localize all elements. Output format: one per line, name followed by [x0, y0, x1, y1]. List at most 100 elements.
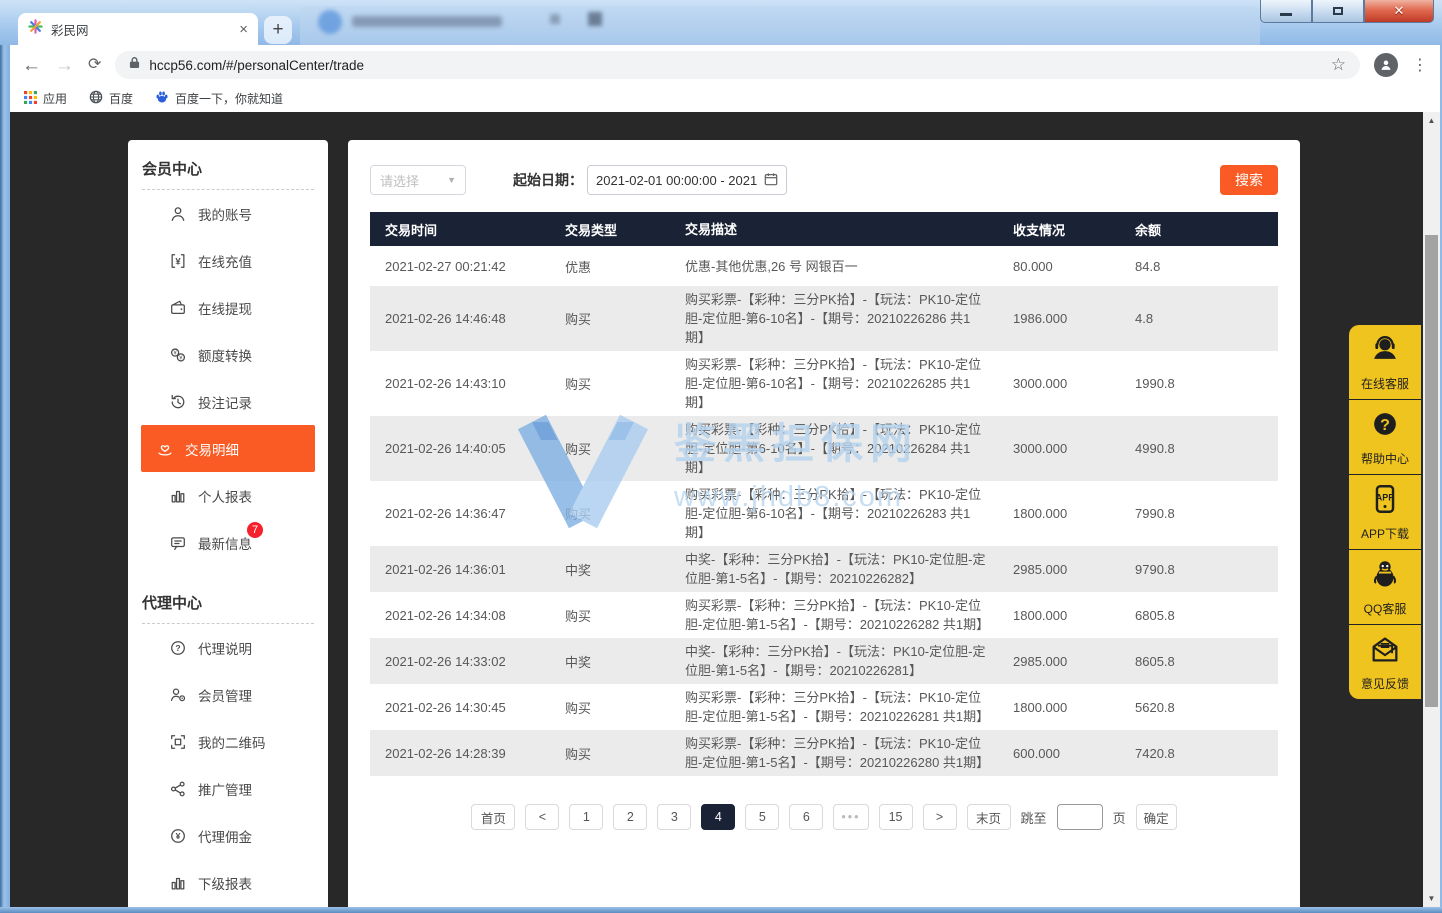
sidebar-item-member-manage[interactable]: 会员管理 — [141, 671, 315, 718]
qrcode-icon — [169, 733, 187, 751]
page-number-button[interactable]: 4 — [701, 804, 735, 830]
page-number-button[interactable]: 1 — [569, 804, 603, 830]
last-page-button[interactable]: 末页 — [967, 804, 1011, 830]
sidebar-item-agent-commission[interactable]: ¥ 代理佣金 — [141, 812, 315, 859]
page-number-button[interactable]: 2 — [613, 804, 647, 830]
refresh-icon[interactable]: ⟳ — [88, 57, 101, 73]
bookmark-label: 百度 — [109, 90, 133, 107]
close-icon: ✕ — [1394, 3, 1405, 19]
baidu-paw-icon — [155, 90, 169, 107]
sidebar-item-quota-transfer[interactable]: ¥¥ 额度转换 — [141, 331, 315, 378]
cell-desc: 购买彩票-【彩种：三分PK拾】-【玩法：PK10-定位胆-定位胆-第6-10名】… — [675, 485, 1005, 542]
close-button[interactable]: ✕ — [1364, 0, 1434, 23]
page-scrollbar[interactable]: ▲ ▼ — [1423, 112, 1440, 907]
col-header-desc: 交易描述 — [675, 220, 1005, 239]
bookmark-item[interactable]: 应用 — [24, 90, 67, 107]
cell-type: 优惠 — [555, 257, 675, 276]
search-button[interactable]: 搜索 — [1220, 165, 1278, 195]
float-menu-item-qq-service[interactable]: QQ客服 — [1349, 550, 1421, 624]
trade-icon — [156, 440, 174, 458]
forward-icon[interactable]: → — [55, 56, 74, 75]
window-border — [0, 45, 10, 913]
cell-time: 2021-02-26 14:36:01 — [370, 562, 555, 577]
jump-page-input[interactable] — [1057, 804, 1103, 830]
chevron-down-icon: ▼ — [447, 175, 456, 185]
sidebar-item-agent-intro[interactable]: ? 代理说明 — [141, 624, 315, 671]
url-text: hccp56.com/#/personalCenter/trade — [149, 58, 1321, 73]
date-range-value: 2021-02-01 00:00:00 - 2021 — [596, 173, 758, 188]
page-number-button[interactable]: 6 — [789, 804, 823, 830]
sidebar-section-title: 代理中心 — [128, 574, 328, 623]
bookmark-label: 应用 — [43, 90, 67, 107]
jump-to-label: 跳至 — [1021, 808, 1047, 827]
first-page-button[interactable]: 首页 — [471, 804, 515, 830]
confirm-jump-button[interactable]: 确定 — [1136, 804, 1177, 830]
scroll-down-icon[interactable]: ▼ — [1423, 890, 1440, 907]
minimize-button[interactable] — [1260, 0, 1312, 23]
cell-desc: 购买彩票-【彩种：三分PK拾】-【玩法：PK10-定位胆-定位胆-第1-5名】-… — [675, 734, 1005, 772]
last-page-number-button[interactable]: 15 — [879, 804, 913, 830]
float-menu-item-feedback[interactable]: 意见反馈 — [1349, 625, 1421, 699]
page-number-button[interactable]: 5 — [745, 804, 779, 830]
cell-type: 购买 — [555, 374, 675, 393]
background-window-newtab — [588, 12, 602, 26]
tab-close-icon[interactable]: × — [239, 22, 248, 37]
sidebar: 会员中心 我的账号 ¥ 在线充值 在线提现 ¥¥ 额度转换 投注记录 交易明细 … — [128, 140, 328, 907]
scroll-up-icon[interactable]: ▲ — [1423, 112, 1440, 129]
prev-page-button[interactable]: < — [525, 804, 559, 830]
cell-balance: 8605.8 — [1127, 654, 1278, 669]
bookmark-item[interactable]: 百度 — [89, 90, 133, 107]
cell-type: 购买 — [555, 606, 675, 625]
sidebar-item-my-account[interactable]: 我的账号 — [141, 190, 315, 237]
more-pages-button[interactable]: ••• — [833, 804, 868, 830]
profile-avatar[interactable] — [1374, 53, 1398, 77]
sidebar-item-online-recharge[interactable]: ¥ 在线充值 — [141, 237, 315, 284]
window-controls: ✕ — [1260, 0, 1434, 23]
page-number-button[interactable]: 3 — [657, 804, 691, 830]
back-icon[interactable]: ← — [22, 56, 41, 75]
pagination: 首页 < 123456 ••• 15 > 末页 跳至 页 确定 — [370, 804, 1278, 830]
maximize-button[interactable] — [1312, 0, 1364, 23]
cell-amount: 600.000 — [1005, 746, 1127, 761]
cell-amount: 1800.000 — [1005, 700, 1127, 715]
sidebar-item-my-qrcode[interactable]: 我的二维码 — [141, 718, 315, 765]
sidebar-item-trade-details[interactable]: 交易明细 — [141, 425, 315, 472]
bookmark-star-icon[interactable]: ☆ — [1331, 55, 1346, 75]
sidebar-item-online-withdraw[interactable]: 在线提现 — [141, 284, 315, 331]
cell-desc: 购买彩票-【彩种：三分PK拾】-【玩法：PK10-定位胆-定位胆-第6-10名】… — [675, 355, 1005, 412]
sidebar-item-bet-records[interactable]: 投注记录 — [141, 378, 315, 425]
sidebar-item-promotion-manage[interactable]: 推广管理 — [141, 765, 315, 812]
envelope-icon — [1368, 632, 1402, 671]
date-range-input[interactable]: 2021-02-01 00:00:00 - 2021 — [587, 165, 787, 195]
site-favicon-icon — [28, 19, 43, 39]
cell-time: 2021-02-26 14:30:45 — [370, 700, 555, 715]
scrollbar-thumb[interactable] — [1425, 235, 1438, 707]
withdraw-icon — [169, 299, 187, 317]
cell-balance: 5620.8 — [1127, 700, 1278, 715]
browser-menu-icon[interactable]: ⋮ — [1412, 55, 1428, 75]
sidebar-item-personal-report[interactable]: 个人报表 — [141, 472, 315, 519]
next-page-button[interactable]: > — [923, 804, 957, 830]
sidebar-item-latest-news[interactable]: 最新信息 7 — [141, 519, 315, 566]
main-content: 请选择 ▼ 起始日期： 2021-02-01 00:00:00 - 2021 搜… — [348, 140, 1300, 907]
cell-time: 2021-02-26 14:46:48 — [370, 311, 555, 326]
cell-balance: 84.8 — [1127, 259, 1278, 274]
type-select[interactable]: 请选择 ▼ — [370, 165, 466, 195]
bookmark-item[interactable]: 百度一下，你就知道 — [155, 90, 283, 107]
float-menu-item-app-download[interactable]: APP APP下载 — [1349, 475, 1421, 549]
browser-tab[interactable]: 彩民网 × — [18, 13, 258, 45]
globe-icon — [89, 90, 103, 107]
float-menu-item-help-center[interactable]: ? 帮助中心 — [1349, 400, 1421, 474]
background-window-tab-title — [352, 16, 502, 27]
bookmarks-bar: 应用 百度 百度一下，你就知道 — [10, 85, 1440, 112]
sidebar-item-sub-report[interactable]: 下级报表 — [141, 859, 315, 906]
cell-type: 中奖 — [555, 560, 675, 579]
new-tab-button[interactable]: + — [264, 16, 292, 44]
minimize-icon — [1280, 13, 1292, 16]
cell-amount: 80.000 — [1005, 259, 1127, 274]
url-bar[interactable]: hccp56.com/#/personalCenter/trade ☆ — [115, 51, 1360, 79]
message-icon — [169, 534, 187, 552]
float-menu-item-online-service[interactable]: 在线客服 — [1349, 325, 1421, 399]
filter-bar: 请选择 ▼ 起始日期： 2021-02-01 00:00:00 - 2021 搜… — [370, 165, 1278, 195]
cell-balance: 9790.8 — [1127, 562, 1278, 577]
